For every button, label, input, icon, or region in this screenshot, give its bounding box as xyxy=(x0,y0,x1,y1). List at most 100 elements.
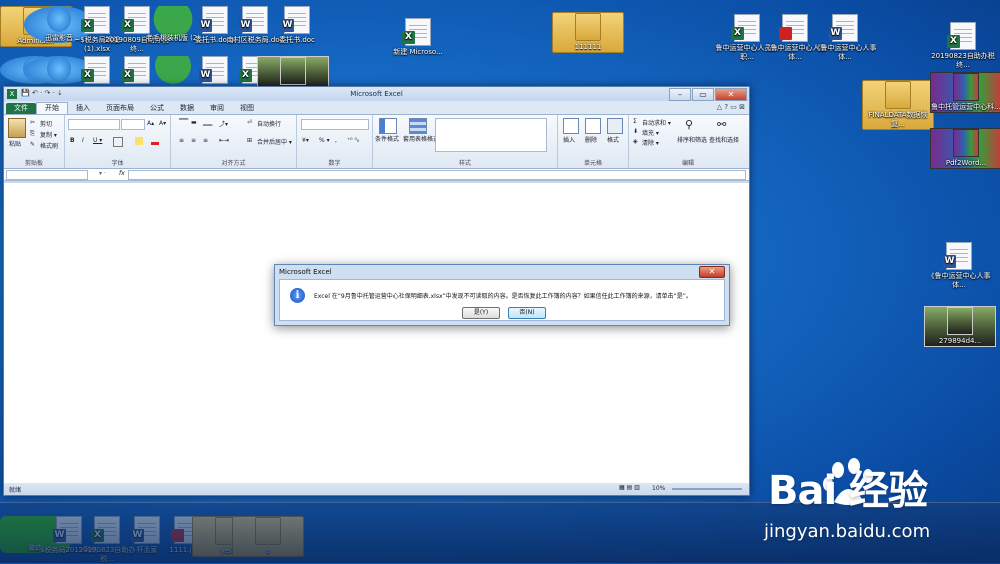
align-top-icon[interactable]: ▔▔ xyxy=(179,119,188,126)
align-bottom-icon[interactable]: ▁▁ xyxy=(203,119,212,126)
italic-button[interactable]: I xyxy=(82,137,84,144)
merge-center-button[interactable]: 合并后居中 ▾ xyxy=(257,137,292,146)
desktop-icon[interactable]: X 新建 Microso... xyxy=(383,18,453,57)
baidu-jingyan-logo: Bai 经验 xyxy=(768,468,928,514)
fill-button[interactable]: 填充 ▾ xyxy=(642,128,659,137)
sort-filter-icon[interactable]: ⚲ xyxy=(685,118,693,131)
desktop-icon[interactable]: FINALDATA数据恢复... xyxy=(862,80,934,130)
format-as-table-button[interactable]: 套用表格格式 xyxy=(403,134,439,143)
tab-page-layout[interactable]: 页面布局 xyxy=(98,103,142,114)
conditional-format-icon[interactable] xyxy=(379,118,397,134)
formula-cancel-enter-icons[interactable]: ▾ · xyxy=(99,170,106,177)
tab-formulas[interactable]: 公式 xyxy=(142,103,172,114)
cut-button[interactable]: 剪切 xyxy=(40,119,52,128)
group-font: A▴ A▾ B I U ▾ 字体 xyxy=(65,115,171,168)
indent-icon[interactable]: ⇤⇥ xyxy=(219,137,229,144)
desktop-icon-label: Pdf2Word... xyxy=(945,159,987,167)
orientation-icon[interactable]: ⤴▾ xyxy=(219,119,228,128)
insert-cells-icon[interactable] xyxy=(563,118,579,134)
worksheet-area[interactable] xyxy=(4,183,749,483)
desktop-icon[interactable]: W 委托书.doc xyxy=(262,6,332,45)
autosum-button[interactable]: 自动求和 ▾ xyxy=(642,118,671,127)
desktop-icon[interactable] xyxy=(257,56,329,88)
desktop-icon[interactable]: Pdf2Word... xyxy=(930,128,1000,169)
format-button[interactable]: 格式 xyxy=(607,135,619,144)
name-box[interactable] xyxy=(6,170,88,180)
desktop-icon[interactable]: W 《鲁中运营中心人事体... xyxy=(924,242,994,290)
tab-view[interactable]: 视图 xyxy=(232,103,262,114)
delete-cells-icon[interactable] xyxy=(585,118,601,134)
merge-icon[interactable]: ⊞ xyxy=(247,137,252,144)
percent-button[interactable]: % ▾ xyxy=(319,137,330,144)
desktop-icon[interactable]: W 《鲁中运营中心人事体... xyxy=(810,14,880,62)
brush-icon[interactable]: ✎ xyxy=(30,141,35,148)
format-cells-icon[interactable] xyxy=(607,118,623,134)
number-format-select[interactable] xyxy=(301,119,369,130)
restore-button[interactable]: ▭ xyxy=(692,88,714,101)
clear-button[interactable]: 清除 ▾ xyxy=(642,138,659,147)
tab-data[interactable]: 数据 xyxy=(172,103,202,114)
delete-button[interactable]: 删除 xyxy=(585,135,597,144)
minimize-button[interactable]: – xyxy=(669,88,691,101)
align-left-icon[interactable]: ≡ xyxy=(179,137,184,144)
group-clipboard: 粘贴 ✂ 剪切 ⎘ 复制 ▾ ✎ 格式刷 剪贴板 xyxy=(4,115,65,168)
tab-file[interactable]: 文件 xyxy=(6,103,36,114)
desktop-icon[interactable]: 111111 xyxy=(552,12,624,53)
insert-function-button[interactable]: fx xyxy=(119,170,125,177)
format-painter-button[interactable]: 格式刷 xyxy=(40,141,58,150)
paste-icon[interactable] xyxy=(8,118,26,138)
conditional-format-button[interactable]: 条件格式 xyxy=(375,134,399,143)
window-title: Microsoft Excel xyxy=(350,90,403,98)
fill-icon[interactable]: ⬇ xyxy=(633,128,638,135)
decimal-icon[interactable]: ⁺⁰ ⁰₀ xyxy=(347,137,359,144)
wrap-text-icon[interactable]: ⏎ xyxy=(247,119,252,126)
tab-review[interactable]: 审阅 xyxy=(202,103,232,114)
group-alignment: ▔▔ ▬ ▁▁ ⤴▾ ⏎ 自动换行 ≡ ≡ ≡ ⇤⇥ ⊞ 合并后居中 ▾ 对齐方… xyxy=(171,115,297,168)
borders-icon[interactable] xyxy=(113,137,123,147)
copy-icon[interactable]: ⎘ xyxy=(30,130,35,138)
ribbon-tabs: 文件 开始 插入 页面布局 公式 数据 审阅 视图 △ ? ▭ ⊠ xyxy=(4,101,749,114)
shrink-font-button[interactable]: A▾ xyxy=(159,120,166,127)
currency-icon[interactable]: ¥▾ xyxy=(302,137,309,144)
underline-button[interactable]: U ▾ xyxy=(93,137,102,144)
grow-font-button[interactable]: A▴ xyxy=(147,120,154,127)
desktop-icon[interactable]: 鲁中托管运营中心科... xyxy=(930,72,1000,113)
font-name-select[interactable] xyxy=(68,119,120,130)
sort-filter-button[interactable]: 排序和筛选 xyxy=(677,135,707,144)
insert-button[interactable]: 插入 xyxy=(563,135,575,144)
scissors-icon[interactable]: ✂ xyxy=(30,119,35,126)
font-color-icon[interactable] xyxy=(151,142,159,145)
zoom-slider[interactable] xyxy=(672,488,742,490)
binoculars-icon[interactable]: ⚯ xyxy=(717,118,726,131)
desktop-icon[interactable]: X 20190823自助办税终... xyxy=(928,22,998,70)
eraser-icon[interactable]: ◈ xyxy=(633,138,638,145)
copy-button[interactable]: 复制 ▾ xyxy=(40,130,57,139)
font-label: 字体 xyxy=(111,160,124,167)
tab-insert[interactable]: 插入 xyxy=(68,103,98,114)
tab-home[interactable]: 开始 xyxy=(36,102,68,114)
zoom-level[interactable]: 10% xyxy=(652,485,665,492)
dialog-close-button[interactable]: ✕ xyxy=(699,266,725,278)
bold-button[interactable]: B xyxy=(70,137,75,144)
close-button[interactable]: ✕ xyxy=(715,88,747,101)
paste-button[interactable]: 粘贴 xyxy=(9,139,21,148)
comma-button[interactable]: , xyxy=(335,137,337,144)
align-middle-icon[interactable]: ▬ xyxy=(191,119,197,126)
desktop-icon-label: 111111 xyxy=(574,43,602,51)
cell-styles-gallery[interactable] xyxy=(435,118,547,152)
desktop-icon[interactable]: 279894d4... xyxy=(924,306,996,347)
wrap-text-button[interactable]: 自动换行 xyxy=(257,119,281,128)
align-center-icon[interactable]: ≡ xyxy=(191,137,196,144)
yes-button[interactable]: 是(Y) xyxy=(462,307,500,319)
no-button[interactable]: 否(N) xyxy=(508,307,546,319)
sigma-icon[interactable]: Σ xyxy=(633,118,637,125)
fill-color-icon[interactable] xyxy=(135,137,143,145)
view-buttons[interactable]: ▦ ▤ ▥ xyxy=(619,484,640,491)
font-size-select[interactable] xyxy=(121,119,145,130)
find-select-button[interactable]: 查找和选择 xyxy=(709,135,739,144)
xl-file-icon: X xyxy=(731,14,760,42)
table-style-icon[interactable] xyxy=(409,118,427,134)
align-right-icon[interactable]: ≡ xyxy=(203,137,208,144)
formula-input[interactable] xyxy=(128,170,746,180)
ribbon-help-controls[interactable]: △ ? ▭ ⊠ xyxy=(717,103,745,111)
